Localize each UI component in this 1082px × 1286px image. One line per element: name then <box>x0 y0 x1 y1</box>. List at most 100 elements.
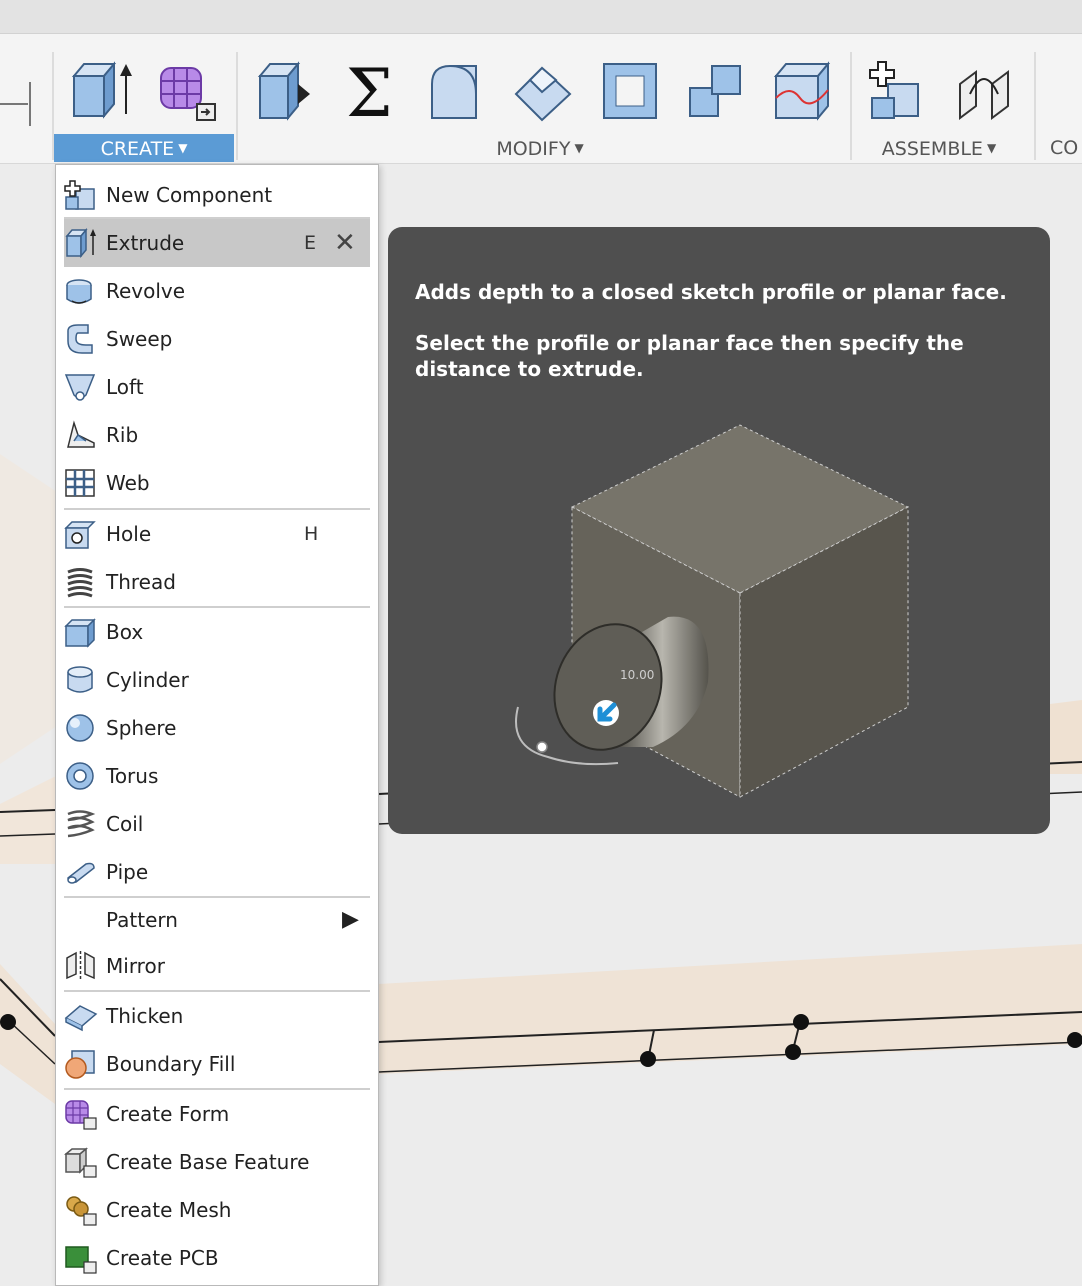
toolbar-separator <box>850 52 852 160</box>
mirror-icon <box>64 950 98 982</box>
menu-item-pattern[interactable]: Pattern ▶ <box>64 896 370 944</box>
menu-item-label: Create Form <box>106 1102 230 1126</box>
extrude-tooltip: Adds depth to a closed sketch profile or… <box>388 227 1050 834</box>
chamfer-icon[interactable] <box>512 54 576 126</box>
menu-item-rib[interactable]: Rib <box>64 411 370 459</box>
extrude-tool-icon[interactable] <box>70 54 134 126</box>
menu-item-label: Mirror <box>106 954 165 978</box>
menu-item-mirror[interactable]: Mirror <box>64 942 370 990</box>
menu-item-revolve[interactable]: Revolve <box>64 267 370 315</box>
menu-item-label: Boundary Fill <box>106 1052 236 1076</box>
tooltip-description: Adds depth to a closed sketch profile or… <box>415 280 1007 304</box>
menu-item-extrude[interactable]: Extrude E ✕ <box>64 219 370 267</box>
svg-text:Σ: Σ <box>346 55 393 126</box>
new-component-tool-icon[interactable] <box>866 54 930 126</box>
new-component-icon <box>64 179 98 211</box>
combine-icon[interactable] <box>684 54 748 126</box>
menu-item-create-mesh[interactable]: Create Mesh <box>64 1186 370 1234</box>
dimension-value: 10.00 <box>620 668 654 682</box>
menu-item-label: Thicken <box>106 1004 184 1028</box>
title-bar <box>0 0 1082 34</box>
close-icon[interactable]: ✕ <box>334 219 356 267</box>
toolbar: Σ CREATE ▼ MODIFY ▼ ASSEMBLE ▼ CO <box>0 34 1082 164</box>
menu-item-label: Pipe <box>106 860 149 884</box>
torus-icon <box>64 760 98 792</box>
menu-item-thread[interactable]: Thread <box>64 558 370 606</box>
menu-item-loft[interactable]: Loft <box>64 363 370 411</box>
hole-icon <box>64 518 98 550</box>
create-base-feature-icon <box>63 1146 98 1178</box>
extrude-icon <box>64 227 98 259</box>
cylinder-icon <box>64 664 98 696</box>
shortcut-key: H <box>304 523 319 545</box>
press-pull-icon[interactable] <box>254 54 318 126</box>
boundary-fill-icon <box>64 1048 98 1080</box>
menu-item-web[interactable]: Web <box>64 459 370 507</box>
menu-item-torus[interactable]: Torus <box>64 752 370 800</box>
menu-item-label: Coil <box>106 812 144 836</box>
create-form-icon <box>64 1098 98 1130</box>
menu-item-coil[interactable]: Coil <box>64 800 370 848</box>
thread-icon <box>64 566 98 598</box>
sphere-icon <box>64 712 98 744</box>
web-icon <box>64 467 98 499</box>
menu-item-label: Loft <box>106 375 144 399</box>
thicken-icon <box>64 1000 98 1032</box>
menu-item-label: Create Mesh <box>106 1198 232 1222</box>
menu-item-thicken[interactable]: Thicken <box>64 992 370 1040</box>
menu-item-label: Pattern <box>106 908 178 932</box>
create-form-tool-icon[interactable] <box>155 54 219 126</box>
menu-item-label: Thread <box>106 570 176 594</box>
shell-icon[interactable] <box>598 54 662 126</box>
caret-down-icon: ▼ <box>986 141 997 155</box>
joint-icon[interactable] <box>952 54 1016 126</box>
sweep-icon <box>64 323 98 355</box>
menu-item-label: Torus <box>106 764 159 788</box>
menu-item-label: Extrude <box>106 231 185 255</box>
create-mesh-icon <box>64 1194 98 1226</box>
menu-item-label: Cylinder <box>106 668 189 692</box>
coil-icon <box>64 808 98 840</box>
replace-face-icon[interactable] <box>770 54 834 126</box>
menu-item-sweep[interactable]: Sweep <box>64 315 370 363</box>
construct-menu-button[interactable]: CO <box>1050 134 1082 162</box>
loft-icon <box>64 371 98 403</box>
rib-icon <box>64 419 98 451</box>
box-icon <box>64 616 98 648</box>
sigma-parameters-icon[interactable]: Σ <box>340 54 404 132</box>
menu-item-boundary-fill[interactable]: Boundary Fill <box>64 1040 370 1088</box>
menu-item-label: Revolve <box>106 279 186 303</box>
menu-item-label: Box <box>106 620 144 644</box>
menu-item-create-pcb[interactable]: Create PCB <box>64 1234 370 1282</box>
shortcut-key: E <box>304 232 317 254</box>
fillet-icon[interactable] <box>426 54 490 126</box>
menu-item-create-base-feature[interactable]: Create Base Feature <box>63 1138 370 1186</box>
menu-item-label: Rib <box>106 423 139 447</box>
toolbar-separator <box>1034 52 1036 160</box>
modify-menu-button[interactable]: MODIFY ▼ <box>470 134 610 162</box>
menu-item-sphere[interactable]: Sphere <box>64 704 370 752</box>
revolve-icon <box>64 275 98 307</box>
create-dropdown-menu: New Component Extrude E ✕ Revolve Sweep … <box>55 164 379 1286</box>
submenu-arrow-icon: ▶ <box>342 907 359 932</box>
menu-item-cylinder[interactable]: Cylinder <box>64 656 370 704</box>
caret-down-icon: ▼ <box>574 141 584 155</box>
arrow-manipulator-icon <box>593 700 619 726</box>
construct-label: CO <box>1050 137 1079 159</box>
menu-item-label: Create Base Feature <box>106 1150 310 1174</box>
menu-item-label: Hole <box>106 522 152 546</box>
finish-sketch-icon[interactable] <box>0 54 44 126</box>
menu-item-new-component[interactable]: New Component <box>64 171 370 219</box>
menu-item-label: Sweep <box>106 327 173 351</box>
toolbar-separator <box>236 52 238 160</box>
pipe-icon <box>64 856 98 888</box>
extrude-illustration: 10.00 <box>515 424 910 798</box>
create-menu-button[interactable]: CREATE ▼ <box>54 134 234 162</box>
menu-item-create-form[interactable]: Create Form <box>64 1090 370 1138</box>
menu-item-label: New Component <box>106 183 273 207</box>
modify-label: MODIFY <box>496 138 571 160</box>
assemble-menu-button[interactable]: ASSEMBLE ▼ <box>864 134 1014 162</box>
menu-item-box[interactable]: Box <box>64 608 370 656</box>
menu-item-hole[interactable]: Hole H <box>64 510 370 558</box>
menu-item-pipe[interactable]: Pipe <box>64 848 370 896</box>
